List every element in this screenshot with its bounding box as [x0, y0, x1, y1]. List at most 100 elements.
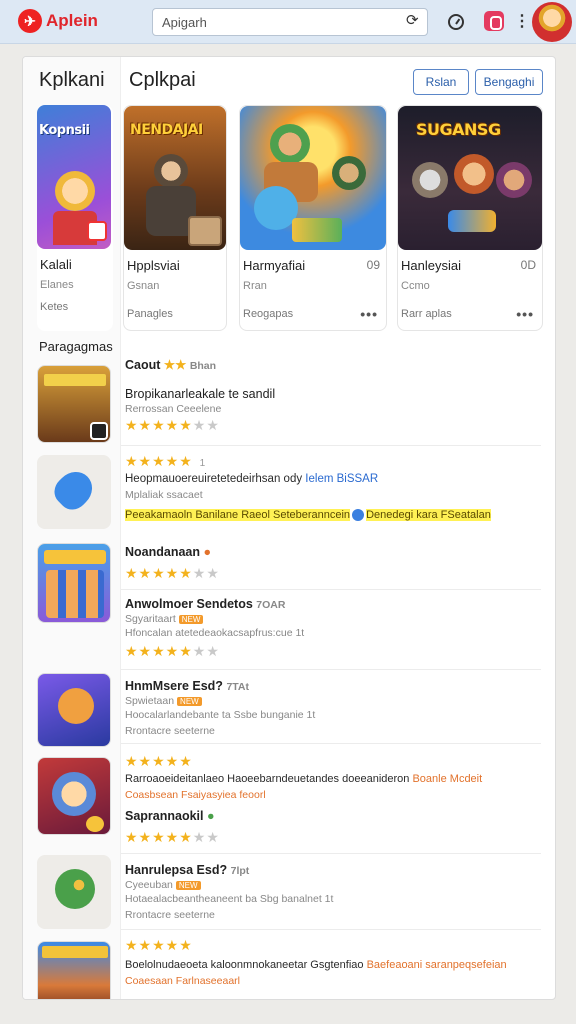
featured-title: Hanleysiai — [401, 258, 461, 273]
main-panel: Kplkani Cplkpai Rslan Bengaghi Kopnsii K… — [22, 56, 556, 1000]
app-thumbnail[interactable] — [37, 455, 111, 529]
character-art — [496, 162, 532, 198]
character-art — [154, 154, 188, 188]
reload-icon[interactable]: ⟳ — [406, 13, 422, 29]
rating-stars: ★★★★★ — [125, 753, 193, 769]
gem-icons — [448, 210, 496, 232]
left-heading: Kplkani — [39, 69, 105, 91]
badge-icon — [87, 221, 107, 241]
rating-stars: ★★★★★★★ — [125, 829, 220, 845]
thumbnail-banner — [44, 550, 106, 564]
filter-button[interactable]: Rslan — [413, 69, 469, 95]
featured-card[interactable]: Harmyafiai 09 Rran Reogapas ••• — [239, 105, 387, 331]
featured-card[interactable]: Kopnsii Kalali Elanes Ketes — [37, 105, 113, 331]
character-art — [454, 154, 494, 194]
list-item-title: Hanrulepsa Esd? 7lpt — [125, 863, 250, 877]
category-button[interactable]: Bengaghi — [475, 69, 543, 95]
list-item-subtitle: Cyeeuban NEW — [125, 879, 201, 891]
list-item-subtitle: Coaesaan Farlnaseeaarl — [125, 975, 240, 987]
gem-icons — [292, 218, 342, 242]
page-title: Cplkpai — [129, 69, 196, 91]
character-grid-art — [46, 570, 104, 618]
featured-card[interactable]: SUGANSG Hanleysiai 0D Ccmo Rarr aplas ••… — [397, 105, 543, 331]
list-item-subtitle: Mplaliak ssacaet — [125, 489, 203, 501]
featured-subtitle: Ccmo — [401, 280, 430, 292]
featured-image — [240, 106, 386, 250]
app-thumbnail[interactable] — [37, 757, 111, 835]
featured-subtitle: Elanes — [40, 279, 74, 291]
featured-image-title: Kopnsii — [39, 123, 90, 138]
list-item-description: Hotaealacbeantheaneent ba Sbg banalnet 1… — [125, 893, 334, 905]
featured-title: Kalali — [40, 257, 72, 272]
search-input[interactable] — [152, 8, 428, 36]
featured-size: 09 — [366, 258, 380, 272]
list-item-subtitle: Sgyaritaart NEW — [125, 613, 204, 625]
character-art — [332, 156, 366, 190]
rating-stars: ★★★★★ — [125, 937, 193, 953]
app-thumbnail[interactable] — [37, 543, 111, 623]
more-options-icon[interactable]: ••• — [516, 306, 534, 322]
shield-icon[interactable] — [484, 11, 504, 31]
featured-meta: Ketes — [40, 301, 69, 313]
divider — [121, 929, 541, 930]
app-thumbnail[interactable] — [37, 941, 111, 999]
divider — [121, 589, 541, 590]
featured-card[interactable]: NENDAJAI Hpplsviai Gsnan Panagles — [123, 105, 227, 331]
list-item-title: Caout ★★ Bhan — [125, 358, 217, 372]
list-item-description: Hfoncalan atetedeaokacsapfrus:cue 1t — [125, 627, 305, 639]
featured-image-title: NENDAJAI — [130, 122, 203, 138]
featured-title: Harmyafiai — [243, 258, 306, 273]
featured-size: 0D — [520, 258, 536, 272]
more-options-icon[interactable]: ••• — [360, 306, 378, 322]
shield-art — [48, 464, 100, 516]
list-item-meta: Rrontacre seeterne — [125, 909, 215, 921]
list-item-title: HnmMsere Esd? 7TAt — [125, 679, 249, 693]
list-item-title: Saprannaokil ● — [125, 809, 215, 823]
character-art — [412, 162, 448, 198]
rating-stars: ★★★★★★★ — [125, 643, 220, 659]
app-name: Aplein — [46, 11, 98, 30]
app-logo[interactable]: ✈ Aplein — [18, 9, 98, 33]
thumbnail-banner — [42, 946, 108, 958]
featured-image: Kopnsii — [37, 105, 111, 249]
top-bar: ✈ Aplein ⟳ ⋮ — [0, 0, 576, 44]
character-art — [270, 124, 310, 164]
more-menu-icon[interactable]: ⋮ — [514, 12, 530, 32]
orb-art — [55, 869, 95, 909]
list-item-title: Noandanaan ● — [125, 545, 212, 559]
list-item-description: Hoocalarlandebante ta Ssbe bunganie 1t — [125, 709, 316, 721]
list-item-title: Bropikanarleakale te sandil — [125, 387, 276, 401]
divider — [121, 669, 541, 670]
list-item-title: Rarroaoeideitanlaeo Haoeebarndeuetandes … — [125, 773, 483, 785]
list-item-link[interactable]: Ielem BiSSAR — [305, 473, 378, 485]
app-thumbnail[interactable] — [37, 855, 111, 929]
list-item-subtitle: Coasbsean Fsaiyasyiea feoorl — [125, 789, 266, 801]
featured-meta: Reogapas — [243, 308, 294, 320]
rating-stars: ★★★★★★★ — [125, 417, 220, 433]
list-item-title: Heopmauoereuiretetedeirhsan ody Ielem Bi… — [125, 473, 379, 485]
character-art — [52, 772, 96, 816]
list-item-title: Boelolnudaeoeta kaloonmnokaneetar Gsgten… — [125, 959, 507, 971]
divider — [121, 743, 541, 744]
orb-art — [58, 688, 94, 724]
avatar[interactable] — [532, 2, 572, 42]
info-icon — [352, 509, 365, 522]
app-thumbnail[interactable] — [37, 365, 111, 443]
featured-subtitle: Gsnan — [127, 280, 160, 292]
app-thumbnail[interactable] — [37, 673, 111, 747]
list-item-meta: Rrontacre seeterne — [125, 725, 215, 737]
rating-stars: ★★★★★★★ — [125, 565, 220, 581]
list-item-subtitle: Rerrossan Ceeelene — [125, 403, 222, 415]
featured-image-title: SUGANSG — [416, 120, 501, 139]
coin-icon — [86, 816, 104, 832]
logo-icon: ✈ — [18, 9, 42, 33]
section-label: Paragagmas — [39, 339, 113, 354]
history-icon[interactable] — [448, 14, 464, 30]
badge-icon — [90, 422, 108, 440]
badge-icon — [188, 216, 222, 246]
list-item-title: Anwolmoer Sendetos 7OAR — [125, 597, 286, 611]
thumbnail-banner — [44, 374, 106, 386]
highlight-text: Peeakamaoln Banilane Raeol Seteberanncei… — [125, 509, 491, 522]
featured-title: Hpplsviai — [127, 258, 180, 273]
divider — [121, 445, 541, 446]
